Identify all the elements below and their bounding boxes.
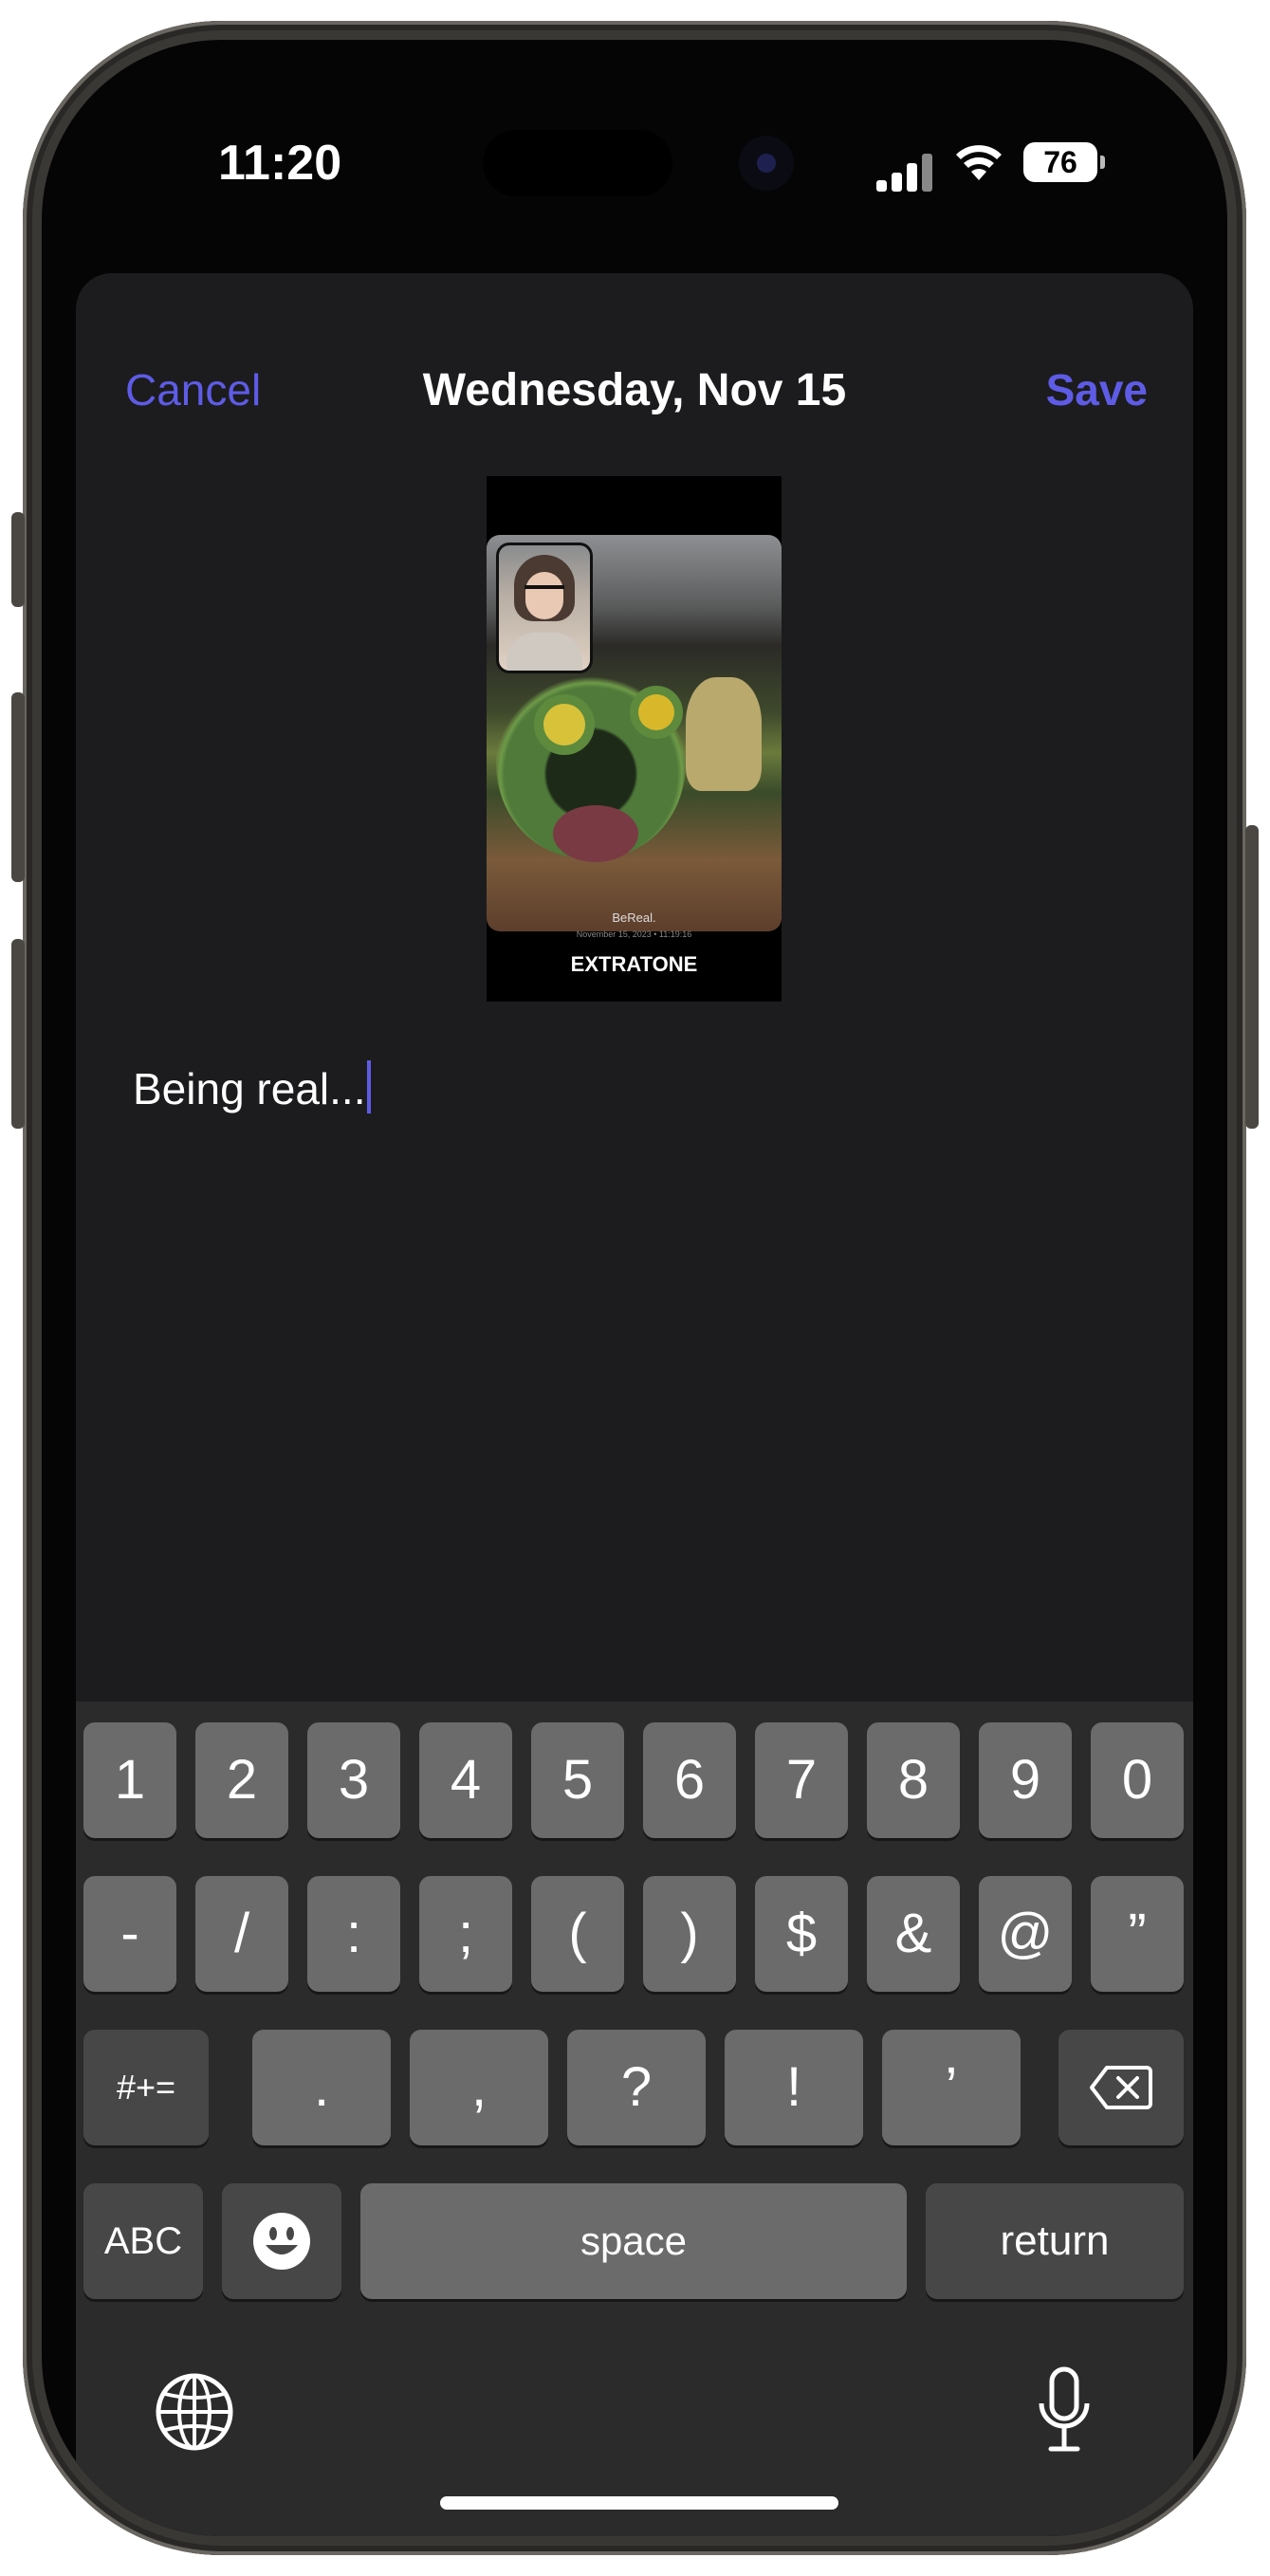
- key-more-symbols[interactable]: #+=: [83, 2030, 209, 2145]
- save-button[interactable]: Save: [1046, 364, 1148, 415]
- post-caption: EXTRATONE: [570, 952, 698, 976]
- home-indicator[interactable]: [440, 2496, 838, 2510]
- key-comma[interactable]: ,: [410, 2030, 548, 2145]
- battery-indicator: 76: [1023, 142, 1105, 182]
- key-9[interactable]: 9: [979, 1722, 1072, 1838]
- key-2[interactable]: 2: [195, 1722, 288, 1838]
- emoji-key[interactable]: [222, 2183, 341, 2299]
- space-key[interactable]: space: [360, 2183, 907, 2299]
- journal-text-input[interactable]: Being real...: [133, 1060, 372, 1114]
- dynamic-island: [483, 130, 672, 196]
- post-timestamp: November 15, 2023 • 11:19:16: [576, 929, 692, 939]
- key-0[interactable]: 0: [1091, 1722, 1184, 1838]
- keyboard: 1 2 3 4 5 6 7 8 9 0 - / : ; ( ) $ & @ ” …: [76, 1702, 1193, 2536]
- key-hyphen[interactable]: -: [83, 1876, 176, 1992]
- side-button-power: [1245, 825, 1259, 1129]
- key-5[interactable]: 5: [531, 1722, 624, 1838]
- key-dollar[interactable]: $: [755, 1876, 848, 1992]
- key-open-paren[interactable]: (: [531, 1876, 624, 1992]
- emoji-icon: [253, 2213, 310, 2270]
- key-quote[interactable]: ”: [1091, 1876, 1184, 1992]
- journal-text-value: Being real...: [133, 1064, 366, 1113]
- side-button-volume-down: [11, 939, 25, 1129]
- key-period[interactable]: .: [252, 2030, 391, 2145]
- screen: 11:20 76 Cancel Wednesday, Nov 15 Save B…: [42, 40, 1227, 2536]
- key-7[interactable]: 7: [755, 1722, 848, 1838]
- globe-icon[interactable]: [154, 2371, 235, 2453]
- key-question[interactable]: ?: [567, 2030, 706, 2145]
- key-6[interactable]: 6: [643, 1722, 736, 1838]
- post-thumbnail[interactable]: BeReal. November 15, 2023 • 11:19:16 EXT…: [487, 476, 782, 1002]
- key-close-paren[interactable]: ): [643, 1876, 736, 1992]
- key-at[interactable]: @: [979, 1876, 1072, 1992]
- cellular-signal-icon: [876, 149, 933, 192]
- edit-sheet: Cancel Wednesday, Nov 15 Save BeReal. No…: [76, 273, 1193, 2536]
- key-colon[interactable]: :: [307, 1876, 400, 1992]
- key-apostrophe[interactable]: ’: [882, 2030, 1021, 2145]
- key-3[interactable]: 3: [307, 1722, 400, 1838]
- key-abc[interactable]: ABC: [83, 2183, 203, 2299]
- return-key[interactable]: return: [926, 2183, 1184, 2299]
- key-8[interactable]: 8: [867, 1722, 960, 1838]
- status-time: 11:20: [218, 136, 342, 191]
- frog-eye-left: [543, 704, 585, 745]
- key-1[interactable]: 1: [83, 1722, 176, 1838]
- app-watermark: BeReal.: [612, 911, 656, 925]
- frog-tongue: [553, 805, 638, 862]
- sheet-title: Wednesday, Nov 15: [422, 365, 847, 415]
- key-slash[interactable]: /: [195, 1876, 288, 1992]
- microphone-icon[interactable]: [1036, 2365, 1093, 2456]
- key-semicolon[interactable]: ;: [419, 1876, 512, 1992]
- side-button-volume-up: [11, 692, 25, 882]
- delete-key[interactable]: [1058, 2030, 1184, 2145]
- delete-backspace-icon: [1090, 2066, 1152, 2109]
- key-ampersand[interactable]: &: [867, 1876, 960, 1992]
- key-exclamation[interactable]: !: [725, 2030, 863, 2145]
- front-camera: [739, 136, 794, 191]
- wifi-icon: [956, 145, 1002, 180]
- key-4[interactable]: 4: [419, 1722, 512, 1838]
- frog-eye-right: [638, 694, 674, 730]
- status-bar: 11:20 76: [42, 40, 1227, 277]
- selfie-inset: [496, 543, 593, 673]
- side-button-action: [11, 512, 25, 607]
- text-cursor: [367, 1060, 372, 1113]
- figurine: [686, 677, 762, 791]
